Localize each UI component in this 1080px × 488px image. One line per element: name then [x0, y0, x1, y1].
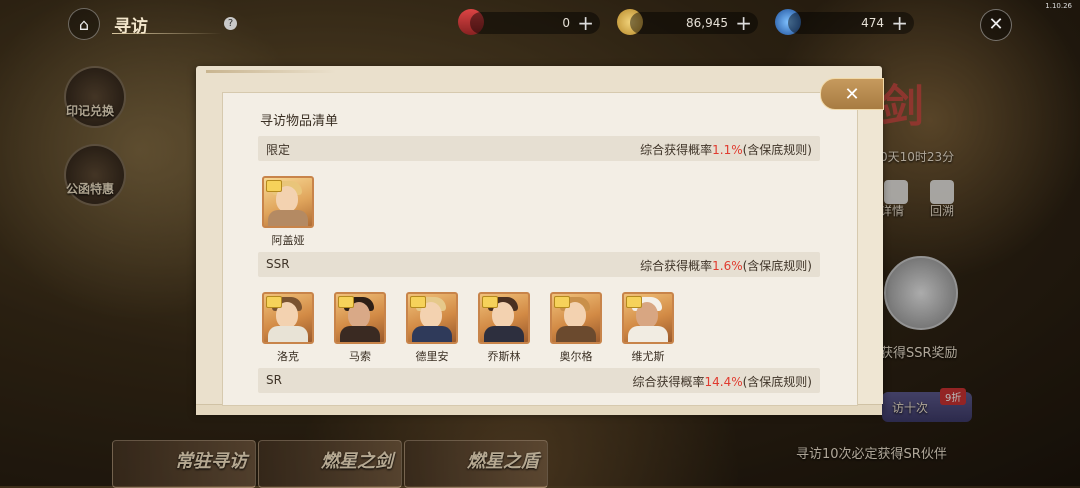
- version-label: 1.10.26: [1045, 2, 1072, 10]
- modal-decoration: [206, 70, 336, 73]
- character-portrait: [262, 292, 314, 344]
- currency-coin: 86,945 +: [630, 11, 758, 35]
- home-icon[interactable]: ⌂: [68, 8, 100, 40]
- body: [556, 326, 596, 342]
- section-name: SSR: [266, 257, 290, 271]
- body: [340, 326, 380, 342]
- character-name: 奥尔格: [559, 350, 593, 363]
- section-name: SR: [266, 373, 282, 387]
- close-icon[interactable]: ✕: [980, 9, 1012, 41]
- character-card[interactable]: 德里安: [406, 292, 458, 364]
- character-name: 德里安: [415, 350, 449, 363]
- rate-value: 1.6%: [712, 259, 743, 273]
- help-icon[interactable]: ?: [224, 17, 237, 30]
- card-icon: [626, 296, 642, 308]
- close-icon: ✕: [844, 83, 860, 105]
- currency-value: 86,945: [686, 16, 728, 30]
- card-icon: [266, 296, 282, 308]
- character-card[interactable]: 乔斯林: [478, 292, 530, 364]
- rate-value: 1.1%: [712, 143, 743, 157]
- body: [628, 326, 668, 342]
- add-gem-button[interactable]: +: [891, 11, 908, 35]
- character-portrait: [334, 292, 386, 344]
- character-portrait: [262, 176, 314, 228]
- character-name: 阿盖娅: [271, 234, 305, 247]
- title-underline: [112, 33, 222, 34]
- section-header-limited: 限定 综合获得概率1.1%(含保底规则): [258, 136, 820, 161]
- currency-value: 474: [861, 16, 884, 30]
- section-header-ssr: SSR 综合获得概率1.6%(含保底规则): [258, 252, 820, 277]
- card-icon: [338, 296, 354, 308]
- modal-title: 寻访物品清单: [260, 114, 339, 129]
- add-coin-button[interactable]: +: [735, 11, 752, 35]
- rate-suffix: (含保底规则): [742, 259, 812, 273]
- character-portrait: [550, 292, 602, 344]
- character-name: 洛克: [277, 350, 299, 363]
- character-card[interactable]: 阿盖娅: [262, 176, 314, 248]
- modal-close-button[interactable]: ✕: [820, 78, 884, 110]
- body: [268, 210, 308, 226]
- character-card[interactable]: 洛克: [262, 292, 314, 364]
- character-portrait: [478, 292, 530, 344]
- rate-value: 14.4%: [704, 375, 743, 389]
- character-card[interactable]: 奥尔格: [550, 292, 602, 364]
- currency-value: 0: [562, 16, 570, 30]
- body: [268, 326, 308, 342]
- character-portrait: [622, 292, 674, 344]
- character-name: 马索: [349, 350, 371, 363]
- body: [412, 326, 452, 342]
- section-header-sr: SR 综合获得概率14.4%(含保底规则): [258, 368, 820, 393]
- currency-ticket: 0 +: [470, 11, 600, 35]
- rate-prefix: 综合获得概率: [640, 143, 713, 157]
- rate-suffix: (含保底规则): [742, 375, 812, 389]
- card-icon: [266, 180, 282, 192]
- modal-edge: [856, 92, 883, 404]
- section-rate: 综合获得概率1.1%(含保底规则): [640, 141, 812, 158]
- rate-prefix: 综合获得概率: [632, 375, 705, 389]
- character-portrait: [406, 292, 458, 344]
- character-card[interactable]: 马索: [334, 292, 386, 364]
- section-rate: 综合获得概率14.4%(含保底规则): [632, 373, 812, 390]
- card-icon: [554, 296, 570, 308]
- section-name: 限定: [266, 143, 291, 157]
- character-name: 维尤斯: [631, 350, 665, 363]
- section-rate: 综合获得概率1.6%(含保底规则): [640, 257, 812, 274]
- character-card[interactable]: 维尤斯: [622, 292, 674, 364]
- card-icon: [410, 296, 426, 308]
- rate-suffix: (含保底规则): [742, 143, 812, 157]
- top-bar: ⌂ 寻访 ? 0 + 86,945 + 474 + ✕ 1.10.26: [0, 0, 1080, 46]
- currency-gem: 474 +: [788, 11, 914, 35]
- character-name: 乔斯林: [487, 350, 521, 363]
- card-icon: [482, 296, 498, 308]
- body: [484, 326, 524, 342]
- rate-prefix: 综合获得概率: [640, 259, 713, 273]
- add-ticket-button[interactable]: +: [577, 11, 594, 35]
